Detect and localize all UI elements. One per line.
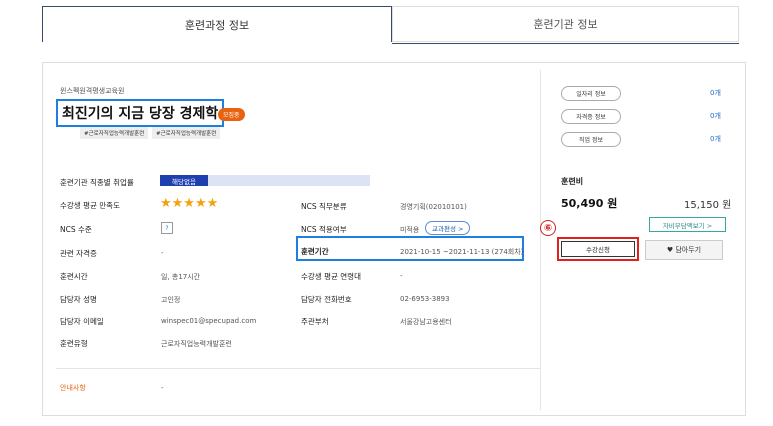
- apply-button[interactable]: 수강신청: [561, 241, 635, 257]
- institution-name: 윈스펙원격평생교육원: [60, 87, 125, 95]
- tab-bar: 훈련과정 정보 훈련기관 정보: [42, 6, 739, 44]
- occupation-info-button[interactable]: 직업 정보: [561, 132, 621, 147]
- course-title: 최진기의 지금 당장 경제학: [56, 99, 225, 127]
- fee-amount: 50,490 원: [561, 197, 618, 210]
- annotation-number: ⑥: [540, 220, 556, 236]
- training-type-label: 훈련유형: [60, 339, 88, 348]
- cert-info-count: 0개: [710, 112, 721, 120]
- employment-rate-label: 훈련기관 직종별 취업률: [60, 178, 134, 187]
- tab-underline: [392, 43, 739, 44]
- ncs-level-help-icon[interactable]: ?: [161, 222, 173, 234]
- hours-label: 훈련시간: [60, 272, 88, 281]
- tag-2[interactable]: #근로자직업능력개발훈련: [152, 127, 221, 139]
- phone-label: 담당자 전화번호: [301, 295, 352, 304]
- tab-course-info[interactable]: 훈련과정 정보: [42, 6, 392, 42]
- cert-info-button[interactable]: 자격증 정보: [561, 109, 621, 124]
- manager-label: 담당자 성명: [60, 295, 97, 304]
- self-pay-button[interactable]: 자비부담액보기 >: [649, 217, 726, 232]
- ncs-class-label: NCS 직무분류: [301, 202, 347, 211]
- notice-label: 안내사항: [60, 384, 86, 392]
- age-value: -: [400, 272, 403, 280]
- fee-label: 훈련비: [561, 177, 584, 186]
- star-rating: ★★★★★: [160, 196, 219, 211]
- job-info-count: 0개: [710, 89, 721, 97]
- status-badge: 모집중: [218, 108, 245, 121]
- phone-value: 02-6953-3893: [400, 295, 450, 303]
- cert-label: 관련 자격증: [60, 249, 97, 258]
- dept-label: 주관부처: [301, 317, 329, 326]
- tag-1[interactable]: #근로자직업능력개발훈련: [80, 127, 149, 139]
- ncs-class-value: 경영기획(02010101): [400, 203, 467, 211]
- ncs-apply-label: NCS 적용여부: [301, 225, 347, 234]
- ncs-apply-value: 미적용: [400, 226, 420, 234]
- period-label: 훈련기간: [301, 247, 329, 256]
- save-button[interactable]: ♥ 담아두기: [645, 240, 723, 260]
- age-label: 수강생 평균 연령대: [301, 272, 361, 281]
- occupation-info-count: 0개: [710, 135, 721, 143]
- fee-other-amount: 15,150 원: [684, 200, 732, 211]
- satisfaction-label: 수강생 평균 만족도: [60, 201, 120, 210]
- curriculum-button[interactable]: 교과편성 >: [425, 221, 471, 235]
- job-info-button[interactable]: 일자리 정보: [561, 86, 621, 101]
- employment-rate-value: 해당없음: [160, 175, 208, 186]
- tab-institution-info[interactable]: 훈련기관 정보: [392, 6, 739, 42]
- training-type-value: 근로자직업능력개발훈련: [161, 340, 232, 348]
- vertical-divider: [540, 70, 541, 410]
- period-value: 2021-10-15 ~2021-11-13 (274회차): [400, 248, 524, 256]
- section-divider: [56, 368, 540, 369]
- cert-value: -: [161, 249, 164, 257]
- hours-value: 일, 총17시간: [161, 273, 201, 281]
- apply-button-highlight: 수강신청: [557, 237, 639, 261]
- manager-value: 고인정: [161, 296, 181, 304]
- email-value: winspec01@specupad.com: [161, 317, 257, 325]
- ncs-level-label: NCS 수준: [60, 225, 92, 234]
- dept-value: 서울강남고용센터: [400, 318, 452, 326]
- notice-value: -: [161, 384, 164, 392]
- email-label: 담당자 이메일: [60, 317, 104, 326]
